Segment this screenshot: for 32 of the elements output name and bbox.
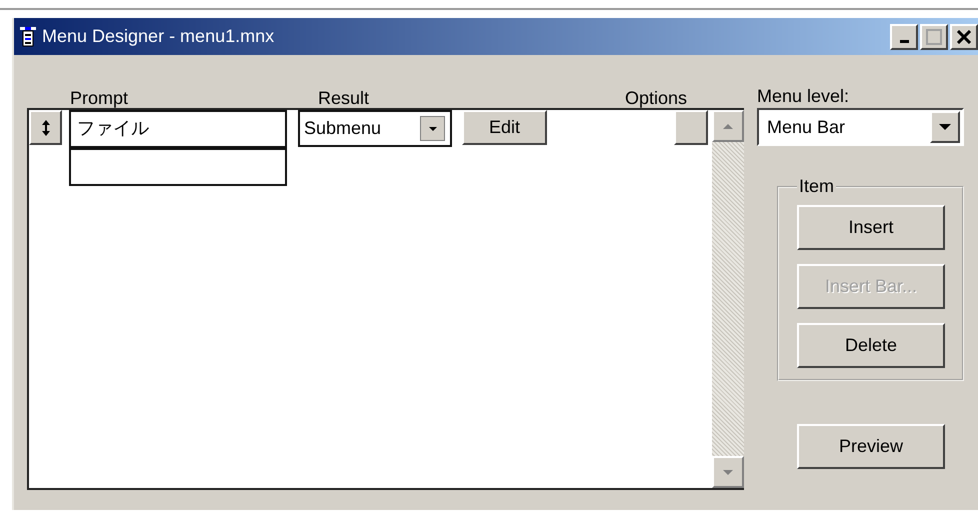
- maximize-button[interactable]: [920, 24, 948, 50]
- item-button[interactable]: Insert: [797, 205, 945, 250]
- move-handle[interactable]: [29, 110, 62, 145]
- updown-arrow-icon: [42, 120, 50, 136]
- group-title: Item: [798, 176, 836, 197]
- scroll-down-button[interactable]: [712, 456, 744, 488]
- maximize-icon: [926, 28, 942, 44]
- prompt-field[interactable]: [69, 148, 287, 186]
- up-arrow-icon: [723, 124, 733, 128]
- column-header: Prompt: [70, 88, 130, 108]
- window-title: Menu Designer - menu1.mnx: [42, 26, 276, 47]
- close-icon: [957, 30, 971, 44]
- result-dropdown[interactable]: Submenu: [298, 110, 452, 147]
- caret-icon: [939, 124, 951, 130]
- vertical-scrollbar[interactable]: [712, 110, 744, 488]
- menu-app-icon: [20, 26, 36, 46]
- edit-button[interactable]: Edit: [462, 110, 547, 145]
- down-arrow-icon: [723, 470, 733, 474]
- item-button[interactable]: Delete: [797, 323, 945, 368]
- minimize-icon: [900, 40, 908, 42]
- column-header: Result: [318, 88, 370, 108]
- options-button[interactable]: [674, 110, 708, 145]
- dropdown-button[interactable]: [420, 116, 445, 141]
- preview-button[interactable]: Preview: [797, 424, 945, 469]
- scroll-up-button[interactable]: [712, 110, 744, 142]
- menu-level-label: Menu level:: [757, 85, 850, 108]
- prompt-field[interactable]: ファイル: [69, 110, 287, 148]
- close-button[interactable]: [950, 24, 978, 50]
- caret-icon: [428, 126, 436, 130]
- column-header: Options: [625, 88, 688, 108]
- minimize-button[interactable]: [890, 24, 918, 50]
- menu-level-dropdown[interactable]: Menu Bar: [757, 108, 964, 146]
